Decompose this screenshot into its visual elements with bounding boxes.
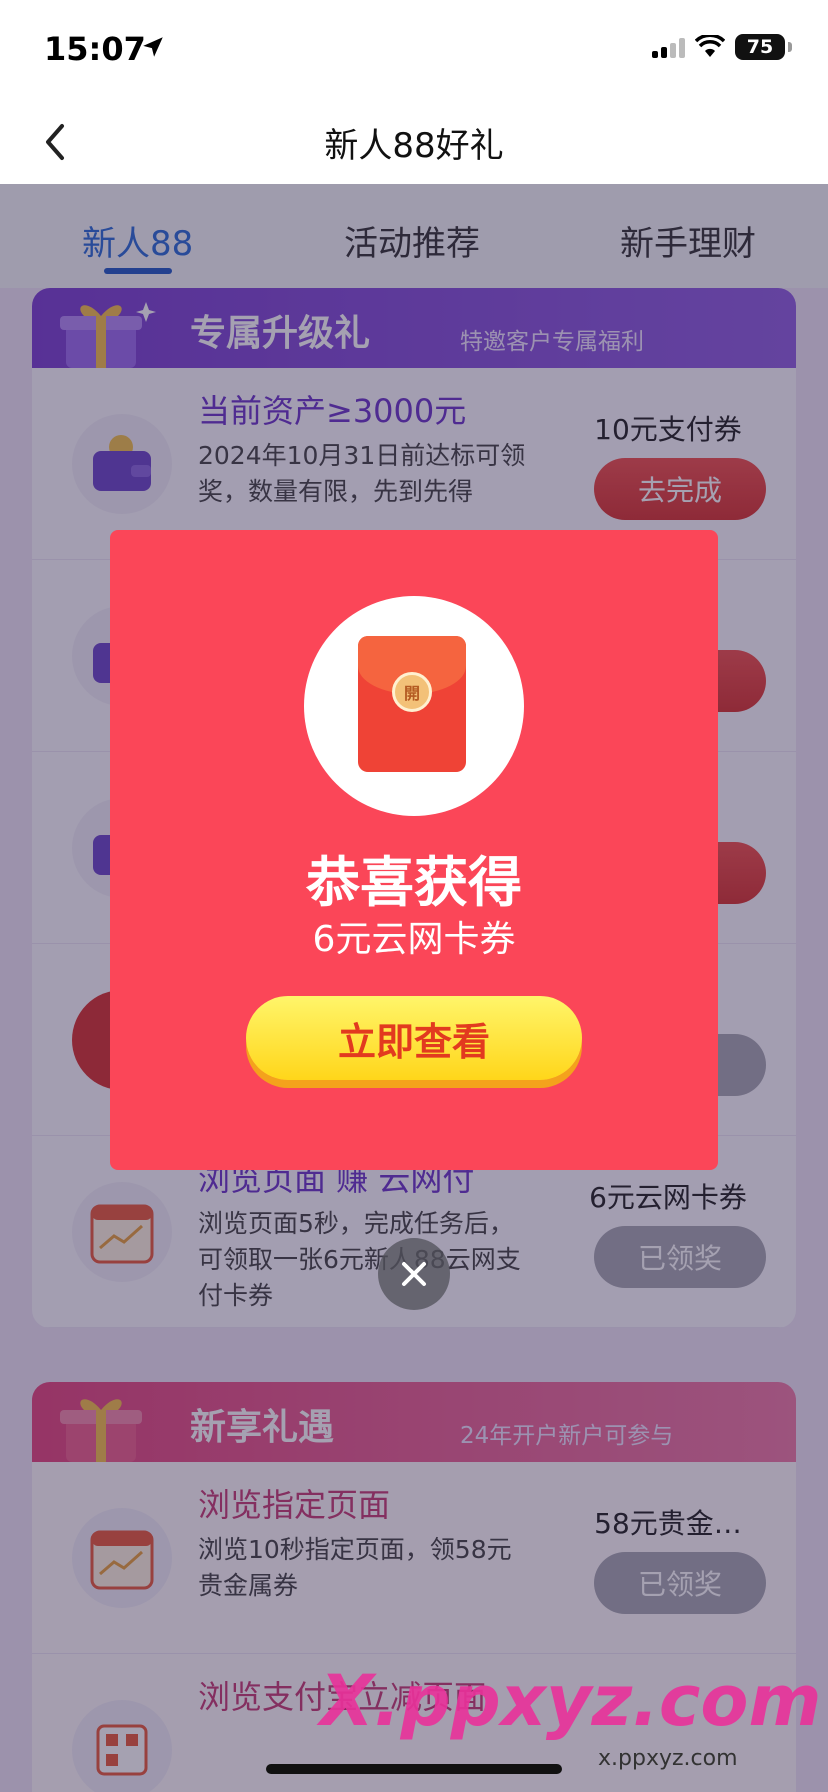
close-modal-button[interactable] <box>378 1238 450 1310</box>
cellular-signal-icon <box>652 36 685 58</box>
red-envelope-icon: 開 <box>358 636 466 772</box>
status-indicators: 75 <box>652 34 792 60</box>
view-now-button[interactable]: 立即查看 <box>246 996 582 1080</box>
watermark-url: x.ppxyz.com <box>598 1746 738 1771</box>
battery-tip <box>788 42 792 52</box>
reward-modal: 開 恭喜获得 6元云网卡券 立即查看 <box>110 530 718 1170</box>
wifi-icon <box>695 35 725 57</box>
modal-prize: 6元云网卡券 <box>312 919 516 960</box>
home-indicator <box>266 1764 562 1774</box>
page-title: 新人88好礼 <box>324 126 504 166</box>
status-bar: 15:07 75 <box>0 0 828 100</box>
close-icon <box>402 1262 426 1286</box>
status-time: 15:07 <box>44 30 146 68</box>
modal-title: 恭喜获得 <box>306 851 522 914</box>
envelope-seal: 開 <box>392 672 432 712</box>
battery-icon: 75 <box>735 34 785 60</box>
watermark-text: X.ppxyz.com <box>320 1660 822 1742</box>
nav-bar: 新人88好礼 <box>0 100 828 184</box>
red-envelope-circle: 開 <box>304 596 524 816</box>
location-arrow-icon <box>140 34 166 64</box>
